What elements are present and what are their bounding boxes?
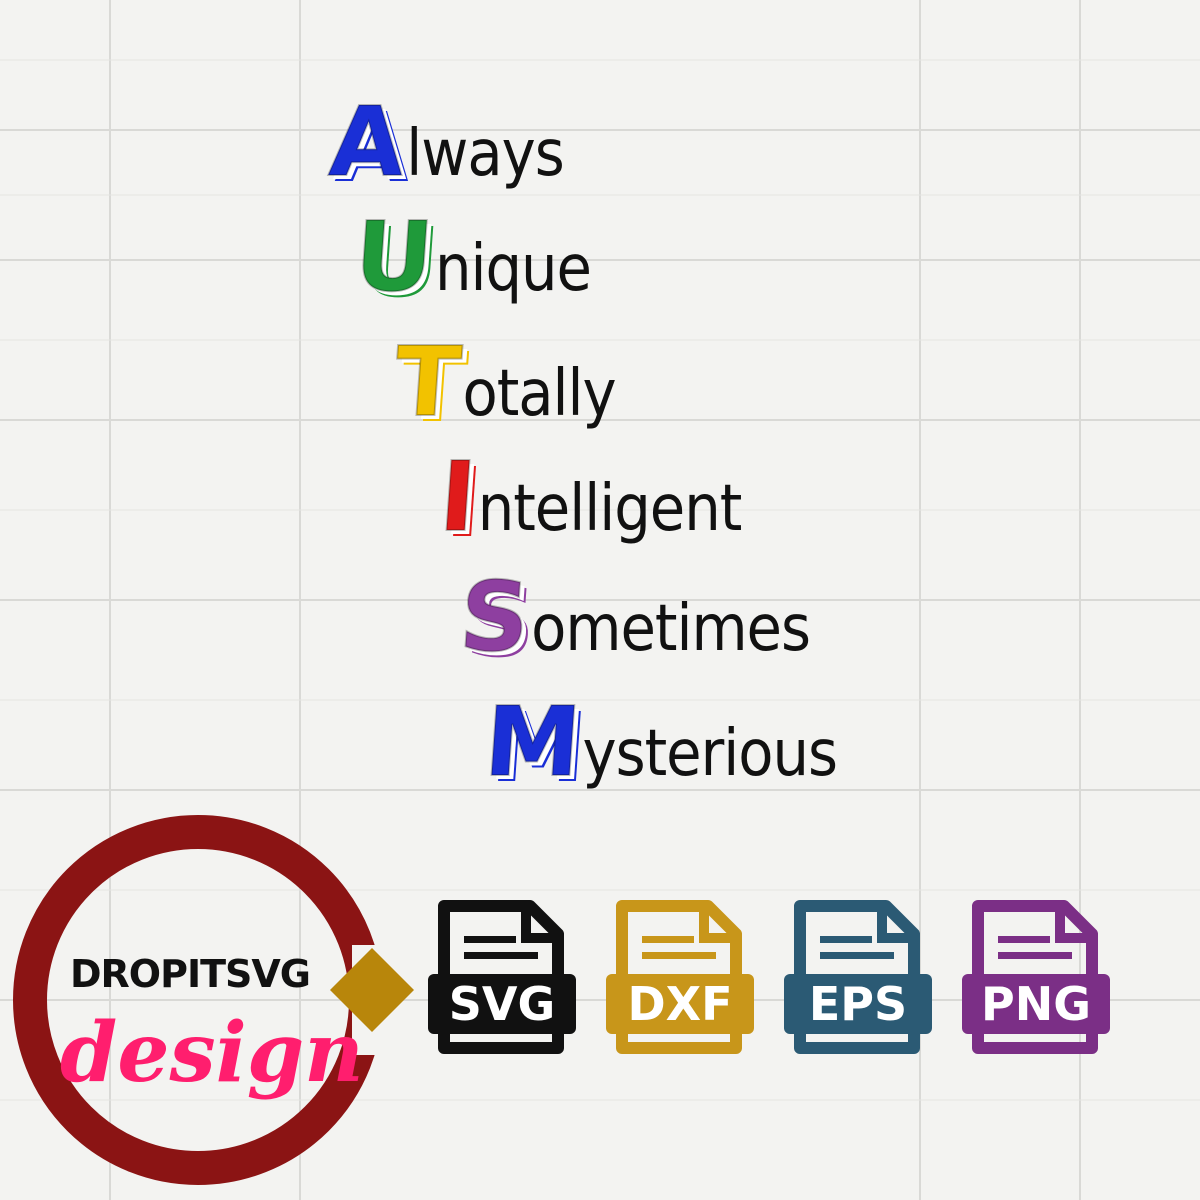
format-dxf-icon: DXF — [600, 898, 760, 1058]
format-label: PNG — [962, 974, 1110, 1034]
brand-name: DROPITSVG — [70, 952, 311, 996]
word-rest: lways — [406, 117, 564, 191]
initial-letter: M — [480, 685, 585, 799]
acronym-line-intelligent: I ntelligent — [435, 425, 743, 554]
acronym-line-totally: T otally — [390, 310, 617, 439]
acronym-line-unique: U nique — [350, 185, 592, 314]
initial-letter: S — [455, 560, 534, 674]
word-rest: ometimes — [531, 592, 811, 666]
format-eps-icon: EPS — [778, 898, 938, 1058]
format-label: EPS — [784, 974, 932, 1034]
word-rest: ysterious — [582, 717, 838, 791]
brand-script: design — [60, 1005, 364, 1101]
initial-letter: T — [390, 325, 465, 439]
format-png-icon: PNG — [956, 898, 1116, 1058]
format-label: DXF — [606, 974, 754, 1034]
word-rest: otally — [462, 357, 616, 431]
format-svg-icon: SVG — [422, 898, 582, 1058]
acronym-line-sometimes: S ometimes — [455, 545, 811, 674]
initial-letter: A — [325, 85, 409, 199]
acronym-line-mysterious: M ysterious — [480, 670, 838, 799]
word-rest: ntelligent — [477, 472, 743, 546]
initial-letter: U — [350, 200, 438, 314]
format-label: SVG — [428, 974, 576, 1034]
acronym-line-always: A lways — [325, 70, 565, 199]
word-rest: nique — [434, 232, 592, 306]
initial-letter: I — [435, 440, 481, 554]
